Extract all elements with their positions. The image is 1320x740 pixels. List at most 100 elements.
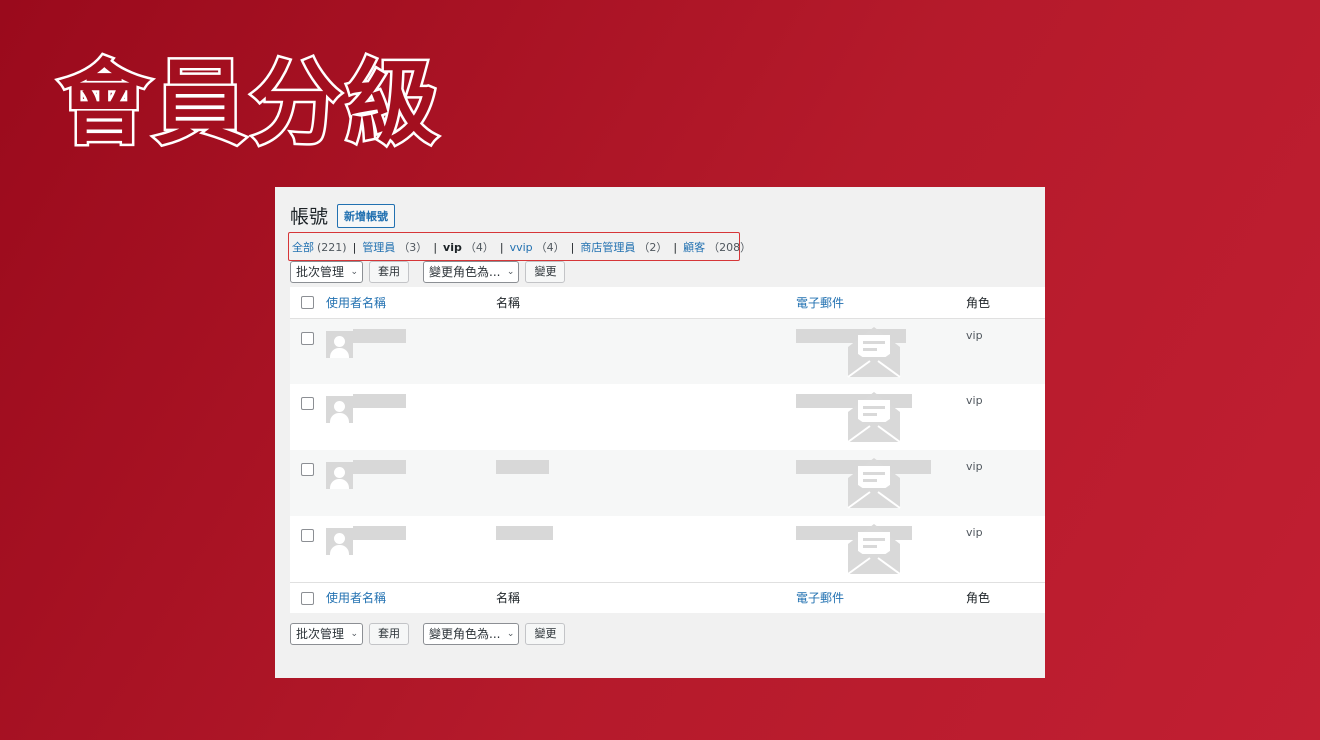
column-email[interactable]: 電子郵件 <box>796 287 966 318</box>
filter-label[interactable]: 顧客 <box>683 241 705 254</box>
username-cell <box>326 318 496 384</box>
name-cell <box>496 450 796 516</box>
change-role-select[interactable]: 變更角色為... ⌄ <box>423 623 520 645</box>
add-user-button[interactable]: 新增帳號 <box>337 203 396 228</box>
row-checkbox[interactable] <box>301 463 314 476</box>
users-table: 使用者名稱 名稱 電子郵件 角色 vip vip vip vip 使用者名稱 名… <box>290 287 1045 613</box>
row-checkbox[interactable] <box>301 397 314 410</box>
filter-count: （208） <box>708 240 752 254</box>
filter-all[interactable]: 全部 (221) | <box>292 239 362 255</box>
filter-count: （3） <box>398 240 428 254</box>
filter-label[interactable]: vip <box>443 241 462 254</box>
column-email[interactable]: 電子郵件 <box>796 582 966 613</box>
chevron-down-icon: ⌄ <box>350 629 359 639</box>
chevron-down-icon: ⌄ <box>506 267 515 277</box>
users-admin-panel: 帳號 新增帳號 全部 (221) | 管理員 （3） | vip （4） | vvip （4）… <box>275 187 1045 678</box>
filter-separator: | <box>673 240 678 254</box>
select-all-checkbox[interactable] <box>301 591 314 605</box>
username-cell <box>326 384 496 450</box>
page-title: 帳號 <box>290 206 329 228</box>
bulk-actions-bottom: 批次管理 ⌄ 套用 變更角色為... ⌄ 變更 <box>290 623 566 645</box>
filter-customer[interactable]: 顧客 （208） <box>683 239 751 255</box>
row-checkbox[interactable] <box>301 331 314 345</box>
table-row: vip <box>290 318 1045 384</box>
column-role: 角色 <box>966 591 991 606</box>
envelope-icon <box>847 524 901 575</box>
change-role-value: 變更角色為... <box>429 627 501 641</box>
column-username[interactable]: 使用者名稱 <box>326 287 496 318</box>
bulk-action-select[interactable]: 批次管理 ⌄ <box>290 623 364 645</box>
role-cell: vip <box>966 394 983 407</box>
redacted-username[interactable] <box>353 328 406 343</box>
column-username[interactable]: 使用者名稱 <box>326 582 496 613</box>
redacted-username[interactable] <box>353 394 406 408</box>
row-checkbox-cell <box>290 450 326 516</box>
column-role: 角色 <box>966 295 991 310</box>
column-name: 名稱 <box>496 295 521 310</box>
filter-separator: | <box>433 240 438 254</box>
table-row: vip <box>290 450 1045 516</box>
role-filter-links: 全部 (221) | 管理員 （3） | vip （4） | vvip （4） | 商店管理員（… <box>288 232 751 261</box>
email-cell <box>796 516 966 582</box>
table-row: vip <box>290 516 1045 582</box>
change-role-button[interactable]: 變更 <box>525 623 566 645</box>
name-cell <box>496 516 796 582</box>
filter-count: （4） <box>535 240 565 254</box>
email-cell <box>796 384 966 450</box>
username-cell <box>326 450 496 516</box>
filter-label[interactable]: vvip <box>510 241 533 254</box>
select-all-checkbox[interactable] <box>301 296 314 310</box>
filter-label[interactable]: 全部 <box>292 241 314 254</box>
change-role-select[interactable]: 變更角色為... ⌄ <box>423 261 520 283</box>
role-cell: vip <box>966 328 983 342</box>
filter-count: （4） <box>464 240 494 254</box>
table-row: vip <box>290 384 1045 450</box>
avatar-icon <box>326 330 353 358</box>
bulk-action-value: 批次管理 <box>296 265 345 279</box>
username-cell <box>326 516 496 582</box>
filter-separator: | <box>499 240 504 254</box>
redacted-name <box>496 526 553 540</box>
row-checkbox[interactable] <box>301 529 314 542</box>
hero-title: 會員分級 <box>55 50 443 157</box>
bulk-action-value: 批次管理 <box>296 627 345 641</box>
column-name: 名稱 <box>496 591 521 606</box>
avatar-icon <box>326 462 353 489</box>
avatar-icon <box>326 528 353 555</box>
apply-button[interactable]: 套用 <box>369 261 410 283</box>
change-role-button[interactable]: 變更 <box>525 261 566 283</box>
chevron-down-icon: ⌄ <box>350 267 359 277</box>
filter-count: （2） <box>638 240 668 254</box>
row-checkbox-cell <box>290 516 326 582</box>
email-cell <box>796 318 966 384</box>
table-header-row: 使用者名稱 名稱 電子郵件 角色 <box>290 287 1045 318</box>
redacted-username[interactable] <box>353 526 406 540</box>
chevron-down-icon: ⌄ <box>506 629 515 639</box>
row-checkbox-cell <box>290 384 326 450</box>
filter-separator: | <box>570 240 575 254</box>
email-cell <box>796 450 966 516</box>
apply-button[interactable]: 套用 <box>369 623 410 645</box>
filter-label[interactable]: 管理員 <box>362 241 395 254</box>
name-cell <box>496 384 796 450</box>
redacted-username[interactable] <box>353 460 406 474</box>
envelope-icon <box>847 392 901 443</box>
filter-label[interactable]: 商店管理員 <box>580 241 635 254</box>
bulk-actions-top: 批次管理 ⌄ 套用 變更角色為... ⌄ 變更 <box>290 261 566 283</box>
role-cell: vip <box>966 460 983 473</box>
redacted-name <box>496 460 549 474</box>
filter-vvip[interactable]: vvip （4） | <box>510 239 581 255</box>
name-cell <box>496 318 796 384</box>
page-header: 帳號 新增帳號 <box>290 202 396 229</box>
avatar-icon <box>326 396 353 423</box>
filter-separator: | <box>352 240 357 254</box>
envelope-icon <box>847 458 901 509</box>
select-all-cell <box>290 582 326 613</box>
filter-shop-manager[interactable]: 商店管理員 （2） | <box>580 239 683 255</box>
role-cell: vip <box>966 526 983 539</box>
filter-administrator[interactable]: 管理員 （3） | <box>362 239 443 255</box>
change-role-value: 變更角色為... <box>429 265 501 279</box>
bulk-action-select[interactable]: 批次管理 ⌄ <box>290 261 364 283</box>
filter-vip[interactable]: vip （4） | <box>443 239 510 255</box>
row-checkbox-cell <box>290 318 326 384</box>
